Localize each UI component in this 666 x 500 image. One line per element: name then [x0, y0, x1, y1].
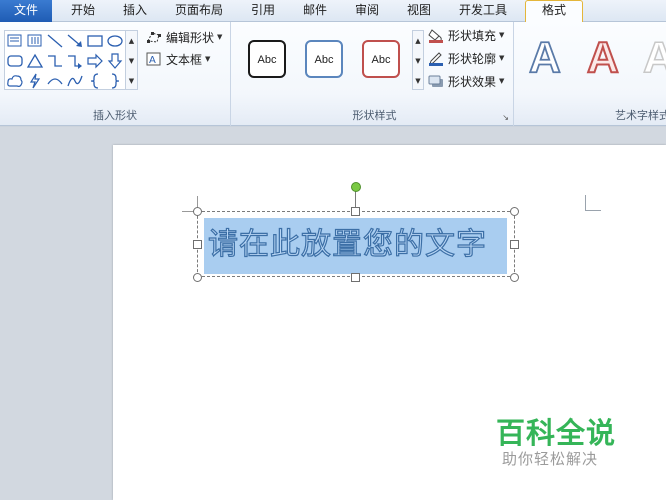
- tab-page-layout[interactable]: 页面布局: [168, 0, 230, 22]
- tab-insert[interactable]: 插入: [112, 0, 158, 22]
- edit-shape-label: 编辑形状: [166, 30, 215, 45]
- tab-format[interactable]: 格式: [525, 0, 583, 24]
- rotation-stem: [355, 191, 356, 207]
- lightning-shape-icon[interactable]: [26, 72, 44, 90]
- text-box-button[interactable]: A 文本框 ▼: [146, 50, 210, 68]
- scroll-up-icon[interactable]: ▲: [413, 31, 423, 51]
- textbox-shape-icon[interactable]: [6, 32, 24, 50]
- paint-bucket-icon: [428, 29, 443, 43]
- shape-fill-button[interactable]: 形状填充 ▼: [428, 26, 504, 44]
- tab-view[interactable]: 视图: [396, 0, 442, 22]
- watermark-title: 百科全说: [496, 416, 617, 450]
- scroll-down-icon[interactable]: ▼: [126, 51, 137, 71]
- resize-handle-top[interactable]: [351, 207, 360, 216]
- wordart-style-1[interactable]: A: [528, 35, 562, 81]
- tab-review[interactable]: 审阅: [344, 0, 390, 22]
- tab-home[interactable]: 开始: [60, 0, 106, 22]
- curve-shape-icon[interactable]: [66, 72, 84, 90]
- resize-handle-bottom-left[interactable]: [193, 273, 202, 282]
- scroll-up-icon[interactable]: ▲: [126, 31, 137, 51]
- shape-effects-icon: [428, 75, 443, 87]
- left-brace-shape-icon[interactable]: [86, 72, 104, 90]
- wordart-style-3[interactable]: A: [642, 35, 666, 81]
- group-shape-styles: Abc Abc Abc ▲ ▼ ▼ 形状填充 ▼ 形状轮廓 ▼ 形状效果 ▼ ↘…: [236, 22, 514, 126]
- group-insert-shapes: ▲ ▼ ▼ 编辑形状 ▼ A 文本框 ▼ 插入形状: [0, 22, 231, 126]
- wordart-text[interactable]: 请在此放置您的文字: [207, 225, 487, 265]
- shape-effects-label: 形状效果: [448, 74, 497, 89]
- right-brace-shape-icon[interactable]: [106, 72, 124, 90]
- shape-style-preset-3[interactable]: Abc: [362, 40, 400, 78]
- shape-gallery-scroll[interactable]: ▲ ▼ ▼: [126, 30, 138, 90]
- rectangle-shape-icon[interactable]: [86, 32, 104, 50]
- vertical-textbox-shape-icon[interactable]: [26, 32, 44, 50]
- group-label-shape-styles: 形状样式: [352, 109, 397, 122]
- shape-effects-button[interactable]: 形状效果 ▼: [428, 72, 504, 90]
- elbow-arrow-shape-icon[interactable]: [66, 52, 84, 70]
- shape-gallery[interactable]: [4, 30, 126, 90]
- resize-handle-bottom-right[interactable]: [510, 273, 519, 282]
- group-label-wordart-styles: 艺术字样式: [615, 109, 666, 122]
- chevron-down-icon: ▼: [499, 54, 505, 62]
- pen-outline-icon: [429, 52, 443, 66]
- wordart-style-2[interactable]: A: [586, 35, 620, 81]
- line-shape-icon[interactable]: [46, 32, 64, 50]
- resize-handle-bottom[interactable]: [351, 273, 360, 282]
- resize-handle-right[interactable]: [510, 240, 519, 249]
- chevron-down-icon: ▼: [499, 77, 505, 85]
- tab-file[interactable]: 文件: [0, 0, 52, 22]
- tab-references[interactable]: 引用: [240, 0, 286, 22]
- group-label-insert-shapes: 插入形状: [93, 109, 137, 122]
- group-wordart-styles: A A A 艺术字样式: [519, 22, 666, 126]
- shape-fill-label: 形状填充: [448, 28, 497, 43]
- tab-mailings[interactable]: 邮件: [292, 0, 338, 22]
- triangle-shape-icon[interactable]: [26, 52, 44, 70]
- gallery-more-icon[interactable]: ▼: [126, 71, 137, 91]
- right-arrow-shape-icon[interactable]: [86, 52, 104, 70]
- gallery-more-icon[interactable]: ▼: [413, 71, 423, 91]
- resize-handle-top-left[interactable]: [193, 207, 202, 216]
- scroll-down-icon[interactable]: ▼: [413, 51, 423, 71]
- shape-style-preset-1[interactable]: Abc: [248, 40, 286, 78]
- rounded-rect-shape-icon[interactable]: [6, 52, 24, 70]
- watermark-subtitle: 助你轻松解决: [502, 450, 599, 468]
- ribbon: ▲ ▼ ▼ 编辑形状 ▼ A 文本框 ▼ 插入形状 Abc Abc Abc ▲ …: [0, 22, 666, 126]
- resize-handle-left[interactable]: [193, 240, 202, 249]
- text-box-label: 文本框: [166, 52, 203, 67]
- chevron-down-icon: ▼: [205, 55, 211, 63]
- ribbon-tab-bar: 文件 开始 插入 页面布局 引用 邮件 审阅 视图 开发工具 格式: [0, 0, 666, 24]
- shape-style-gallery-scroll[interactable]: ▲ ▼ ▼: [412, 30, 424, 90]
- shape-style-preset-2[interactable]: Abc: [305, 40, 343, 78]
- svg-text:A: A: [149, 55, 156, 66]
- shape-outline-label: 形状轮廓: [448, 51, 497, 66]
- chevron-down-icon: ▼: [217, 33, 223, 41]
- resize-handle-top-right[interactable]: [510, 207, 519, 216]
- shape-style-gallery[interactable]: Abc Abc Abc: [240, 30, 412, 90]
- cloud-shape-icon[interactable]: [6, 72, 24, 90]
- arc-shape-icon[interactable]: [46, 72, 64, 90]
- chevron-down-icon: ▼: [499, 31, 505, 39]
- textbox-icon: A: [146, 52, 161, 66]
- wordart-textbox[interactable]: 请在此放置您的文字: [197, 211, 515, 277]
- rotation-handle[interactable]: [351, 182, 361, 192]
- elbow-connector-shape-icon[interactable]: [46, 52, 64, 70]
- down-arrow-shape-icon[interactable]: [106, 52, 124, 70]
- edit-shape-button[interactable]: 编辑形状 ▼: [146, 28, 222, 46]
- edit-points-icon: [147, 32, 161, 43]
- page-margin-marker: [585, 195, 601, 211]
- arrow-line-shape-icon[interactable]: [66, 32, 84, 50]
- tab-developer[interactable]: 开发工具: [450, 0, 516, 22]
- shape-outline-button[interactable]: 形状轮廓 ▼: [428, 49, 504, 67]
- oval-shape-icon[interactable]: [106, 32, 124, 50]
